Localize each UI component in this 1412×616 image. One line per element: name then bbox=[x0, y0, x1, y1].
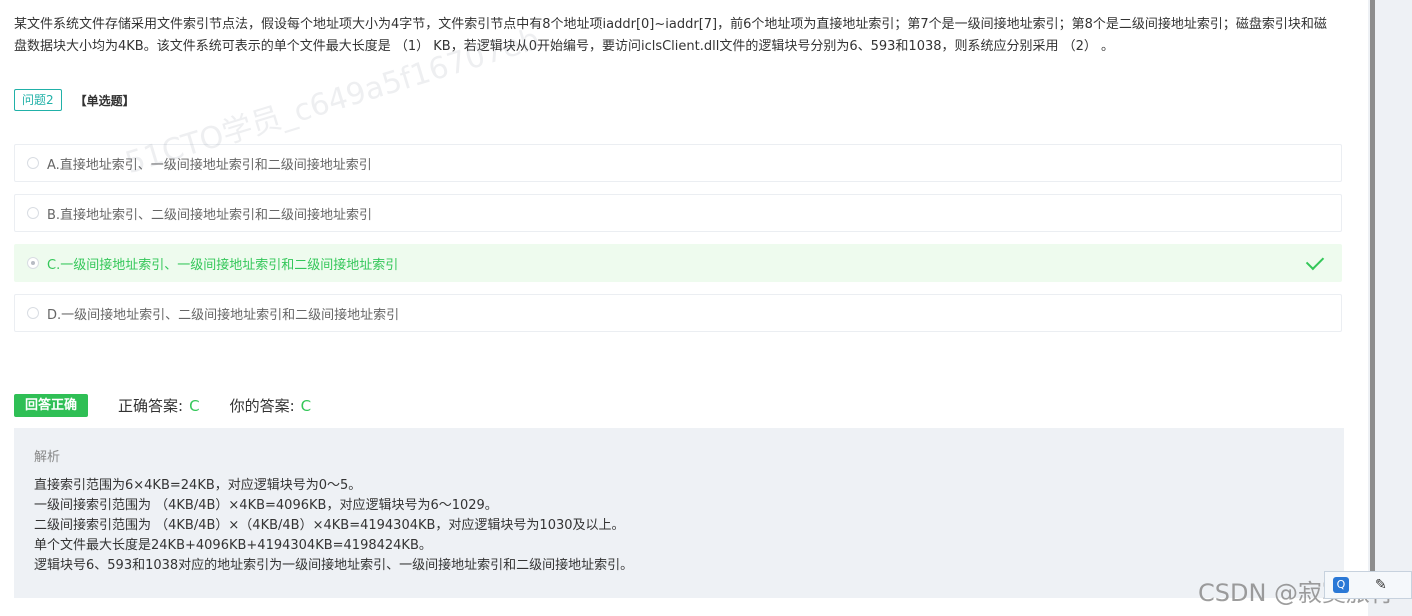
checkmark-icon bbox=[1305, 251, 1325, 271]
analysis-line: 二级间接索引范围为 （4KB/4B）×（4KB/4B）×4KB=4194304K… bbox=[34, 518, 625, 533]
analysis-line: 逻辑块号6、593和1038对应的地址索引为一级间接地址索引、一级间接地址索引和… bbox=[34, 558, 634, 573]
option-b[interactable]: B.直接地址索引、二级间接地址索引和二级间接地址索引 bbox=[14, 194, 1342, 232]
question-text: 某文件系统文件存储采用文件索引节点法，假设每个地址项大小为4字节，文件索引节点中… bbox=[14, 17, 1327, 54]
result-row: 回答正确 正确答案: C 你的答案: C bbox=[14, 394, 311, 417]
scrollbar-thumb[interactable] bbox=[1370, 0, 1375, 574]
question-number-tag[interactable]: 问题2 bbox=[14, 89, 62, 111]
analysis-box: 解析 直接索引范围为6×4KB=24KB，对应逻辑块号为0～5。 一级间接索引范… bbox=[14, 428, 1344, 598]
floating-tool-widget[interactable]: Q ✎ bbox=[1324, 571, 1412, 599]
analysis-title: 解析 bbox=[34, 450, 61, 465]
radio-icon[interactable] bbox=[27, 157, 39, 169]
analysis-line: 直接索引范围为6×4KB=24KB，对应逻辑块号为0～5。 bbox=[34, 478, 362, 493]
result-badge: 回答正确 bbox=[14, 394, 89, 417]
your-answer-label: 你的答案: bbox=[229, 397, 295, 415]
radio-icon[interactable] bbox=[27, 207, 39, 219]
option-d[interactable]: D.一级间接地址索引、二级间接地址索引和二级间接地址索引 bbox=[14, 294, 1342, 332]
pen-icon[interactable]: ✎ bbox=[1375, 577, 1387, 593]
option-label: A.直接地址索引、一级间接地址索引和二级间接地址索引 bbox=[47, 157, 372, 173]
question-type-label: 【单选题】 bbox=[74, 93, 135, 108]
option-label: D.一级间接地址索引、二级间接地址索引和二级间接地址索引 bbox=[47, 307, 400, 323]
scrollbar-track[interactable] bbox=[1368, 0, 1412, 616]
option-c[interactable]: C.一级间接地址索引、一级间接地址索引和二级间接地址索引 bbox=[14, 244, 1342, 282]
radio-icon[interactable] bbox=[27, 307, 39, 319]
analysis-line: 一级间接索引范围为 （4KB/4B）×4KB=4096KB，对应逻辑块号为6～1… bbox=[34, 498, 498, 513]
analysis-line: 单个文件最大长度是24KB+4096KB+4194304KB=4198424KB… bbox=[34, 538, 432, 553]
correct-answer-value: C bbox=[189, 396, 200, 415]
assistant-icon[interactable]: Q bbox=[1333, 577, 1349, 593]
radio-icon[interactable] bbox=[27, 257, 39, 269]
option-label: C.一级间接地址索引、一级间接地址索引和二级间接地址索引 bbox=[47, 257, 399, 273]
your-answer-value: C bbox=[300, 396, 312, 415]
option-label: B.直接地址索引、二级间接地址索引和二级间接地址索引 bbox=[47, 207, 373, 223]
question-meta: 问题2 【单选题】 bbox=[14, 89, 135, 111]
option-a[interactable]: A.直接地址索引、一级间接地址索引和二级间接地址索引 bbox=[14, 144, 1342, 182]
correct-answer-label: 正确答案: bbox=[118, 397, 184, 415]
